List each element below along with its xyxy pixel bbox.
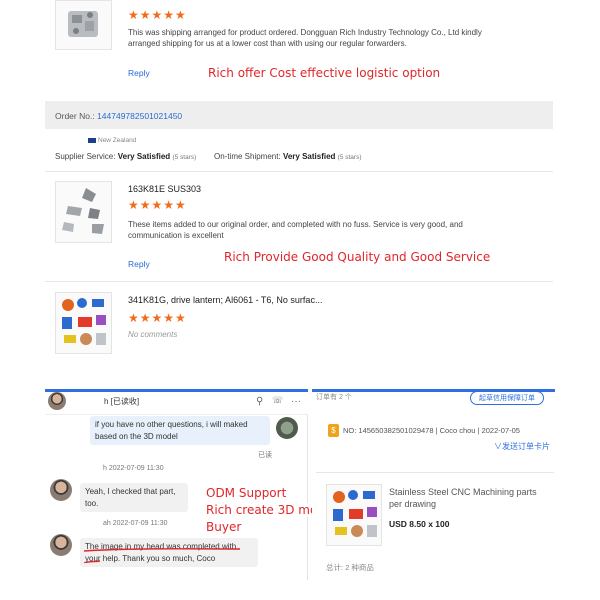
annotation-caption: Buyer [206,520,242,534]
order-total: 总计: 2 种商品 [326,563,374,572]
order-count: 订单有 2 个 [316,394,352,401]
annotation-caption: Rich Provide Good Quality and Good Servi… [224,250,491,264]
chat-message: Yeah, I checked that part, too. [80,483,188,512]
review-text: These items added to our original order,… [128,220,463,240]
item-title: 163K81E SUS303 [128,184,202,194]
reply-link[interactable]: Reply [128,68,150,78]
product-thumbnail [326,484,382,546]
buyer-avatar [50,479,72,501]
contact-name: h [已读收] [104,397,140,406]
order-badge-icon: $ [328,424,339,437]
on-time-shipment-rating: On-time Shipment: Very Satisfied (5 star… [214,152,362,161]
machined-parts-image [62,188,104,234]
annotation-caption: ODM Support [206,486,287,500]
flag-icon [88,137,96,143]
colorful-parts-image [62,298,106,345]
rating-stars: ★★★★★ [128,311,187,325]
phone-icon[interactable]: ☏ [272,396,283,406]
sender-avatar [276,417,298,439]
reply-link[interactable]: Reply [128,259,150,269]
buyer-country: New Zealand [88,137,136,144]
order-label: Order No.: [55,111,95,121]
divider [316,472,554,473]
chat-header [45,389,308,415]
no-comments-text: No comments [128,330,178,339]
send-order-card-button[interactable]: ∨发送订单卡片 [494,441,550,452]
more-icon[interactable]: ··· [291,396,301,407]
read-status: 已读 [258,452,272,459]
product-thumbnail [55,292,112,354]
chat-message: if you have no other questions, i will m… [90,416,270,445]
message-meta: ah 2022-07-09 11:30 [103,520,168,527]
item-title: 341K81G, drive lantern; Al6061 - T6, No … [128,295,323,305]
red-underline-annotation [83,548,241,563]
person-add-icon[interactable]: ⚲ [256,396,263,407]
contact-avatar [48,392,66,410]
annotation-caption: Rich offer Cost effective logistic optio… [208,66,441,80]
product-thumbnail [55,0,112,50]
divider [45,171,553,172]
colorful-parts-image [333,490,377,537]
product-thumbnail [55,181,112,243]
order-info: NO: 145650382501029478 | Coco chou | 202… [343,426,520,435]
order-number-link[interactable]: 1447497825010214​50 [97,111,182,121]
order-number: Order No.: 1447497825010214​50 [55,111,182,121]
supplier-service-rating: Supplier Service: Very Satisfied (5 star… [55,152,197,161]
rating-stars: ★★★★★ [128,8,187,22]
draft-order-button[interactable]: 起草信用保障订单 [470,391,544,405]
product-name[interactable]: Stainless Steel CNC Machining parts per … [389,486,549,510]
rating-stars: ★★★★★ [128,198,187,212]
metal-part-image [68,11,98,37]
buyer-avatar [50,534,72,556]
review-text: This was shipping arranged for product o… [128,28,482,48]
divider [45,281,553,282]
chevron-down-icon: ∨ [494,442,502,451]
product-price: USD 8.50 x 100 [389,519,450,529]
message-meta: h 2022-07-09 11:30 [103,465,164,472]
